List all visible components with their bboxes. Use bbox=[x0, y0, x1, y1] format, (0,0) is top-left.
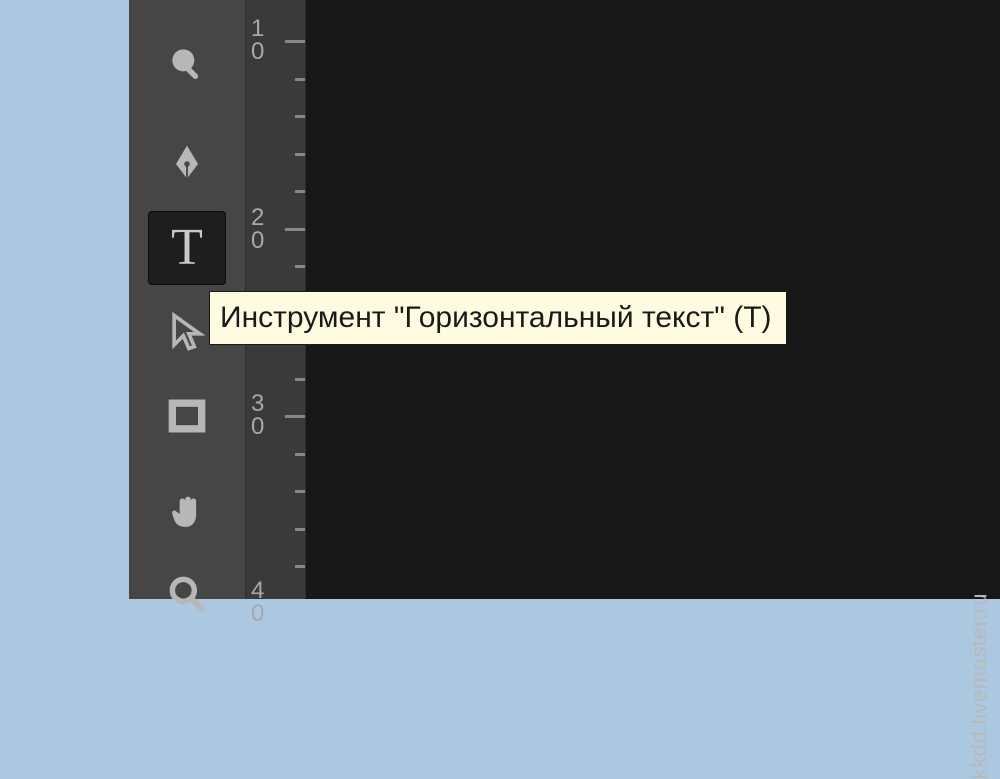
zoom-tool[interactable] bbox=[151, 558, 223, 630]
ruler-tick bbox=[295, 453, 305, 456]
ruler-tick bbox=[295, 528, 305, 531]
pen-icon bbox=[165, 142, 209, 186]
pen-tool[interactable] bbox=[151, 128, 223, 200]
tool-tooltip: Инструмент "Горизонтальный текст" (T) bbox=[209, 291, 787, 345]
hand-icon bbox=[165, 492, 209, 536]
zoom-icon bbox=[165, 572, 209, 616]
watermark: kkdd.livemaster.ru bbox=[966, 593, 992, 779]
eyedropper-tool[interactable] bbox=[151, 28, 223, 100]
ruler-tick bbox=[295, 490, 305, 493]
ruler-label: 1 0 bbox=[251, 18, 281, 64]
text-icon: T bbox=[171, 222, 203, 274]
crop-tool[interactable] bbox=[151, 0, 223, 16]
ruler-label: 2 0 bbox=[251, 207, 281, 253]
ruler-tick bbox=[295, 265, 305, 268]
ruler-label: 4 0 bbox=[251, 580, 281, 626]
eyedropper-icon bbox=[165, 42, 209, 86]
ruler-tick bbox=[295, 115, 305, 118]
ruler-tick bbox=[295, 78, 305, 81]
ruler-tick bbox=[285, 415, 305, 418]
ruler-tick bbox=[285, 228, 305, 231]
ruler-tick bbox=[295, 378, 305, 381]
ruler-tick bbox=[295, 565, 305, 568]
text-tool[interactable]: T bbox=[148, 211, 226, 285]
tooltip-text: Инструмент "Горизонтальный текст" (T) bbox=[220, 301, 772, 335]
selection-arrow-icon bbox=[165, 310, 209, 354]
rectangle-tool[interactable] bbox=[151, 380, 223, 452]
crop-icon bbox=[165, 0, 209, 2]
ruler-tick bbox=[295, 153, 305, 156]
ruler-label: 3 0 bbox=[251, 393, 281, 439]
ruler-tick bbox=[285, 40, 305, 43]
ruler-tick bbox=[295, 190, 305, 193]
rectangle-icon bbox=[165, 394, 209, 438]
hand-tool[interactable] bbox=[151, 478, 223, 550]
